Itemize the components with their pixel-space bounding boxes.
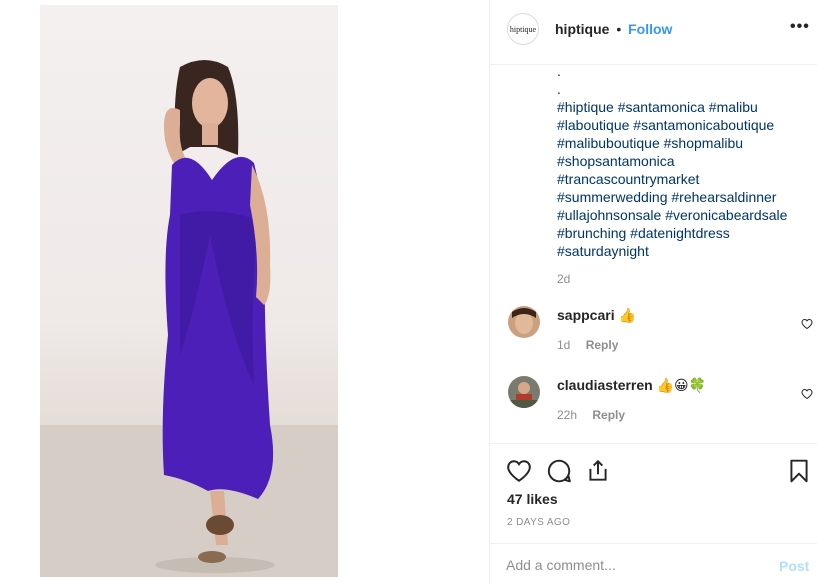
post-image-pane (0, 0, 489, 584)
commenter-avatar[interactable] (508, 306, 540, 338)
hashtag-link[interactable]: #veronicabeardsale (665, 207, 787, 223)
hashtag-link[interactable]: #shopmalibu (664, 135, 743, 151)
caption-dot: . (557, 63, 561, 79)
post-date: 2 DAYS AGO (507, 517, 571, 528)
hashtag-link[interactable]: #saturdaynight (557, 243, 649, 259)
bookmark-icon[interactable] (786, 458, 812, 484)
post-comment-button[interactable]: Post (779, 558, 809, 574)
profile-avatar[interactable]: hiptique (507, 13, 539, 45)
commenter-username[interactable]: claudiasterren (557, 377, 653, 393)
header-text: hiptique • Follow (555, 21, 672, 37)
caption-dot: . (557, 81, 561, 97)
hashtag-link[interactable]: #brunching (557, 225, 626, 241)
photo-illustration (40, 60, 338, 577)
post-actions: 47 likes 2 DAYS AGO (490, 443, 817, 543)
commenter-avatar[interactable] (508, 376, 540, 408)
comment-meta: 1d Reply (557, 338, 618, 352)
photo-face (192, 78, 228, 128)
username-link[interactable]: hiptique (555, 21, 609, 37)
share-icon[interactable] (585, 458, 611, 484)
post-photo[interactable] (40, 5, 338, 577)
like-comment-heart-icon[interactable] (801, 318, 813, 330)
photo-shoe-front (198, 551, 226, 563)
post-caption: . . #hiptique #santamonica #malibu #labo… (557, 62, 812, 260)
comment-timestamp: 1d (557, 338, 571, 352)
avatar-logo-text: hiptique (509, 24, 537, 34)
follow-button[interactable]: Follow (628, 21, 672, 37)
like-comment-heart-icon[interactable] (801, 388, 813, 400)
hashtag-link[interactable]: #malibuboutique (557, 135, 660, 151)
hashtag-link[interactable]: #trancascountrymarket (557, 171, 699, 187)
comment-text: 👍 (618, 307, 636, 323)
avatar-photo (508, 306, 540, 338)
header-separator: • (616, 21, 622, 37)
comment-meta: 22h Reply (557, 408, 625, 422)
add-comment-bar: Post (490, 543, 817, 584)
hashtag-link[interactable]: #santamonicaboutique (633, 117, 774, 133)
hashtag-link[interactable]: #laboutique (557, 117, 629, 133)
comment-username-row: claudiasterren 👍😀🍀 (557, 377, 706, 394)
hashtag-link[interactable]: #hiptique (557, 99, 614, 115)
more-options-icon[interactable]: ••• (790, 18, 810, 36)
caption-timestamp: 2d (557, 272, 571, 286)
comment-item: sappcari 👍 1d Reply (508, 306, 813, 362)
hashtag-list: #hiptique #santamonica #malibu #laboutiq… (557, 98, 812, 260)
comment-icon[interactable] (546, 458, 572, 484)
commenter-username[interactable]: sappcari (557, 307, 615, 323)
hashtag-link[interactable]: #santamonica (618, 99, 705, 115)
photo-shoe (206, 515, 234, 535)
hashtag-link[interactable]: #ullajohnsonsale (557, 207, 661, 223)
hashtag-link[interactable]: #summerwedding (557, 189, 668, 205)
reply-button[interactable]: Reply (586, 338, 619, 352)
hashtag-link[interactable]: #datenightdress (630, 225, 730, 241)
hashtag-link[interactable]: #rehearsaldinner (671, 189, 776, 205)
comment-username-row: sappcari 👍 (557, 307, 636, 324)
photo-neck (202, 123, 218, 145)
comment-input[interactable] (506, 554, 766, 576)
hashtag-link[interactable]: #shopsantamonica (557, 153, 675, 169)
likes-count[interactable]: 47 likes (507, 491, 558, 507)
avatar-photo (508, 376, 540, 408)
heart-icon[interactable] (506, 458, 532, 484)
hashtag-link[interactable]: #malibu (709, 99, 758, 115)
comment-text: 👍😀🍀 (656, 377, 707, 393)
post-side-panel: hiptique hiptique • Follow ••• . . #hipt… (489, 0, 817, 584)
comment-item: claudiasterren 👍😀🍀 22h Reply (508, 376, 813, 432)
post-header: hiptique hiptique • Follow ••• (490, 0, 817, 65)
comment-timestamp: 22h (557, 408, 578, 422)
reply-button[interactable]: Reply (592, 408, 625, 422)
